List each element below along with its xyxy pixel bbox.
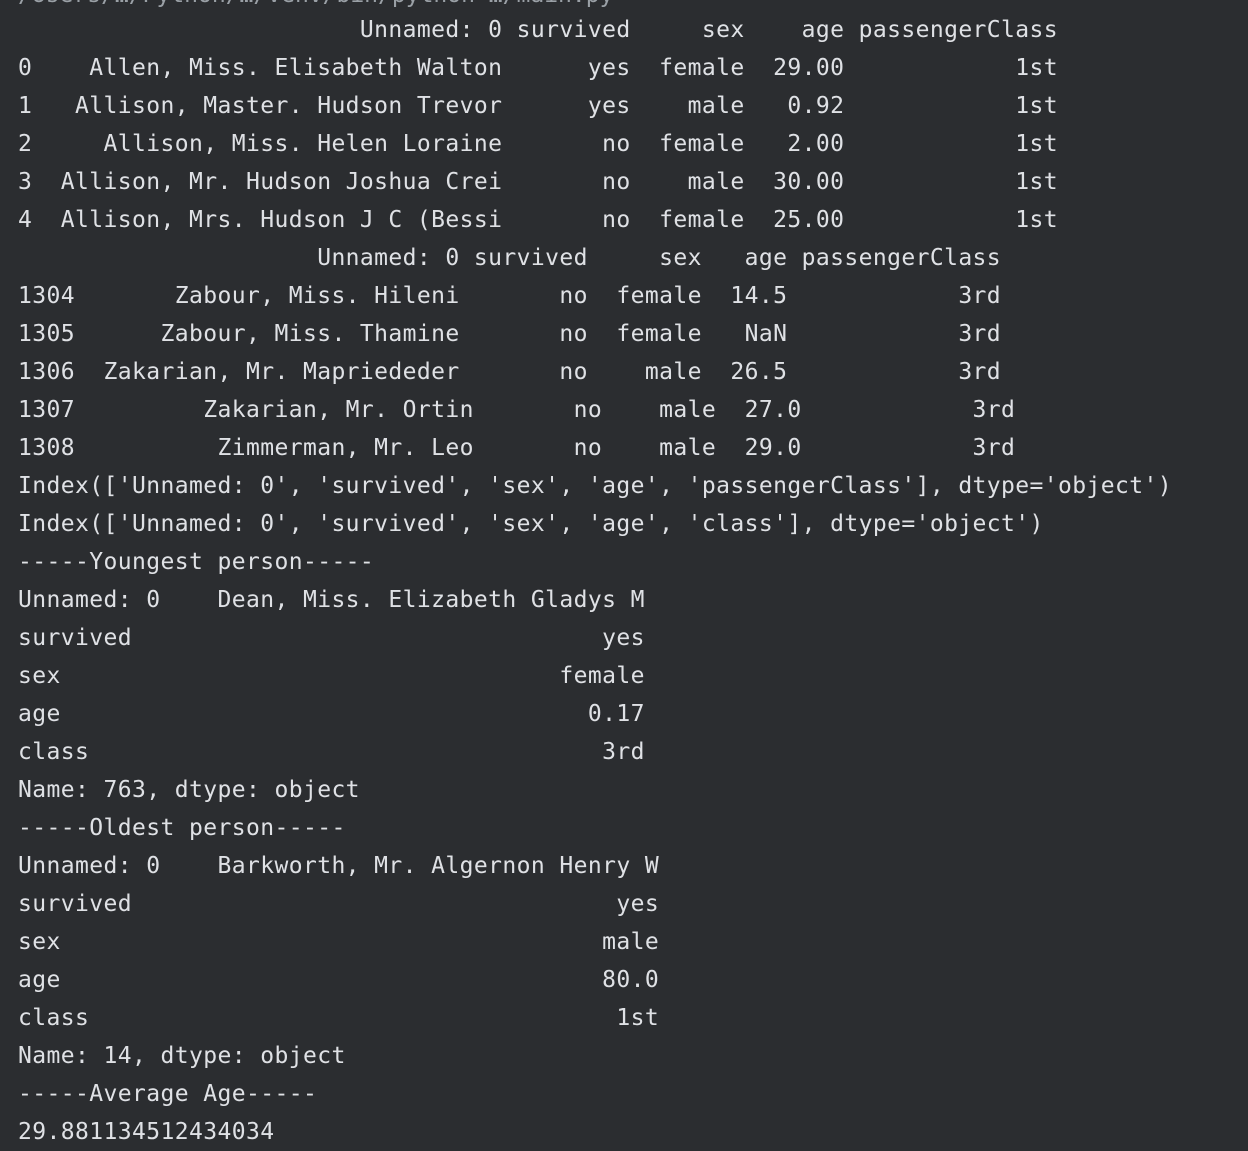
console-line: -----Average Age-----: [18, 1081, 318, 1107]
console-line: sex female: [18, 663, 645, 689]
console-line: class 1st: [18, 1005, 660, 1031]
console-line: survived yes: [18, 625, 645, 651]
console-line: Unnamed: 0 Barkworth, Mr. Algernon Henry…: [18, 853, 660, 879]
console-line: 1307 Zakarian, Mr. Ortin no male 27.0 3r…: [18, 397, 1016, 423]
console-line: 1308 Zimmerman, Mr. Leo no male 29.0 3rd: [18, 435, 1016, 461]
console-line: age 80.0: [18, 967, 660, 993]
console-line: 1305 Zabour, Miss. Thamine no female NaN…: [18, 321, 1002, 347]
console-line: -----Youngest person-----: [18, 549, 375, 575]
console-line: Unnamed: 0 survived sex age passengerCla…: [18, 245, 1002, 271]
console-line: -----Oldest person-----: [18, 815, 346, 841]
console-line: age 0.17: [18, 701, 645, 727]
console-line: 29.881134512434034: [18, 1119, 275, 1145]
console-line: Index(['Unnamed: 0', 'survived', 'sex', …: [18, 511, 1044, 537]
console-line: 1306 Zakarian, Mr. Mapriededer no male 2…: [18, 359, 1002, 385]
console-line: Unnamed: 0 Dean, Miss. Elizabeth Gladys …: [18, 587, 645, 613]
console-line: 1304 Zabour, Miss. Hileni no female 14.5…: [18, 283, 1002, 309]
console-output[interactable]: Unnamed: 0 survived sex age passengerCla…: [18, 11, 1172, 1151]
console-line: 1 Allison, Master. Hudson Trevor yes mal…: [18, 93, 1059, 119]
console-line: Index(['Unnamed: 0', 'survived', 'sex', …: [18, 473, 1173, 499]
console-line: 4 Allison, Mrs. Hudson J C (Bessi no fem…: [18, 207, 1059, 233]
console-line: Unnamed: 0 survived sex age passengerCla…: [18, 17, 1059, 43]
console-line: 3 Allison, Mr. Hudson Joshua Crei no mal…: [18, 169, 1059, 195]
console-line: 2 Allison, Miss. Helen Loraine no female…: [18, 131, 1059, 157]
console-line: survived yes: [18, 891, 660, 917]
console-line: Name: 14, dtype: object: [18, 1043, 346, 1069]
console-line: sex male: [18, 929, 660, 955]
console-line: Name: 763, dtype: object: [18, 777, 360, 803]
console-line: class 3rd: [18, 739, 645, 765]
console-line: 0 Allen, Miss. Elisabeth Walton yes fema…: [18, 55, 1059, 81]
